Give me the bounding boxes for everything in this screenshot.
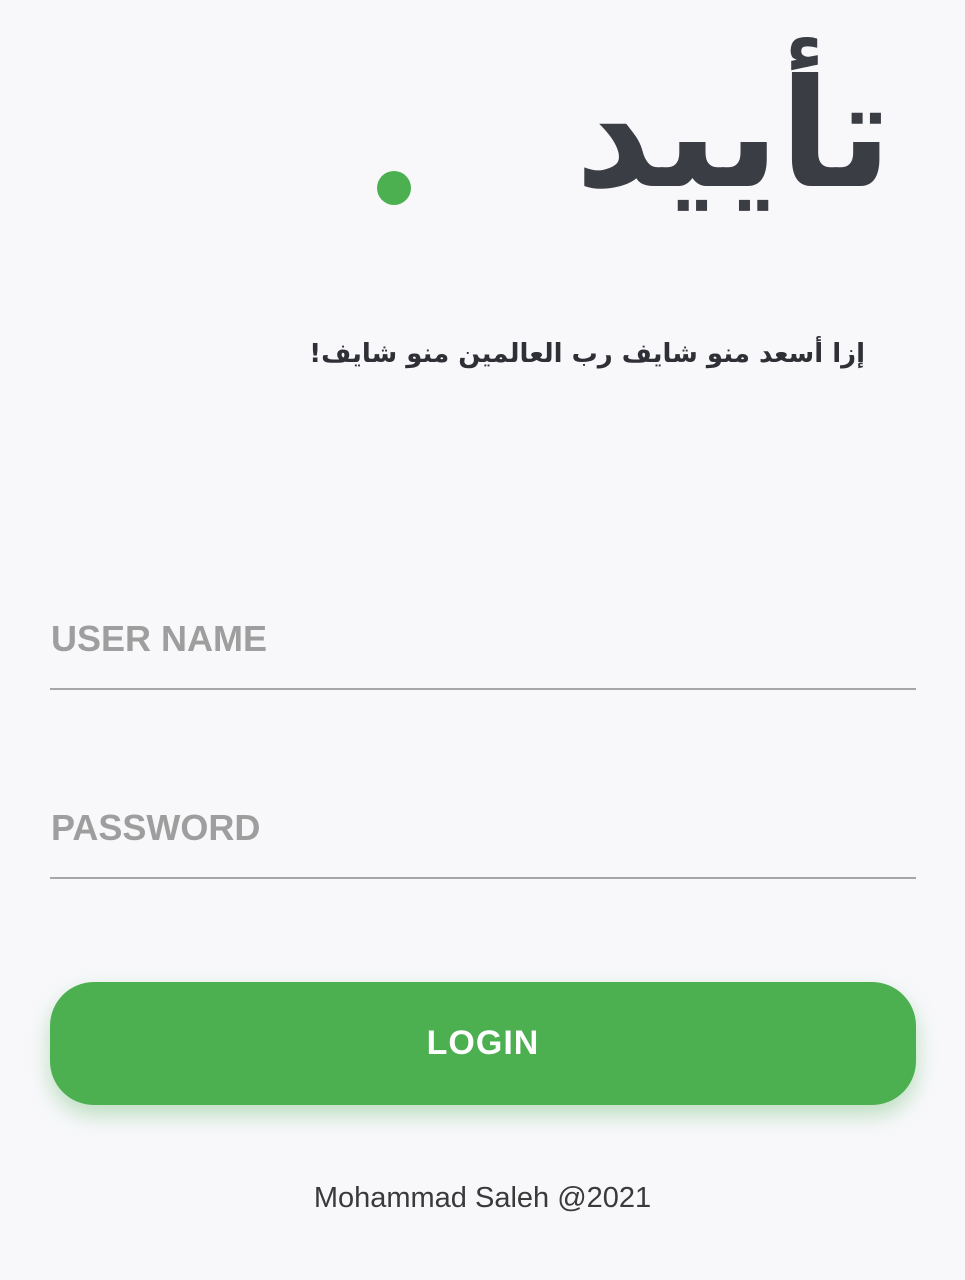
logo-dot-icon xyxy=(377,171,411,205)
login-button[interactable]: LOGIN xyxy=(50,982,916,1105)
username-input[interactable] xyxy=(50,590,916,688)
username-field-container xyxy=(50,590,916,690)
tagline: إزا أسعد منو شايف رب العالمين منو شايف! xyxy=(309,339,865,369)
password-field-container xyxy=(50,779,916,879)
username-underline xyxy=(50,688,916,690)
password-input[interactable] xyxy=(50,779,916,877)
app-logo: تأييد xyxy=(372,25,892,265)
logo-text: تأييد xyxy=(575,48,892,222)
footer-credit: Mohammad Saleh @2021 xyxy=(313,1182,652,1214)
password-underline xyxy=(50,877,916,879)
